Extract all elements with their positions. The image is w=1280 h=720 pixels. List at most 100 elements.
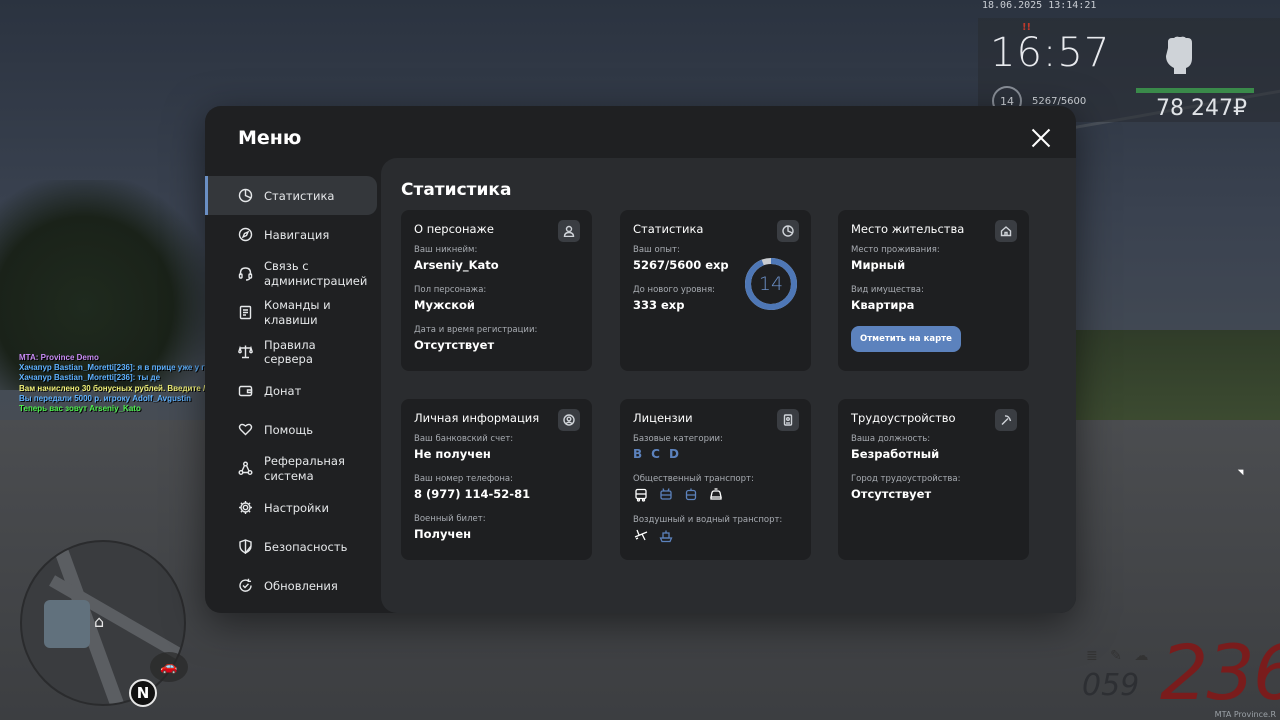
sidebar-item-label: Донат (264, 383, 302, 398)
sidebar-item[interactable]: Правила сервера (205, 332, 377, 371)
label: Ваш опыт: (633, 245, 680, 255)
watermark: MTA Province.R (1214, 710, 1276, 719)
sidebar-item-label: Навигация (264, 227, 330, 242)
pickaxe-icon (995, 409, 1017, 431)
user-icon (558, 220, 580, 242)
public-transport-icons (633, 487, 798, 503)
heart-hand-icon (238, 422, 253, 437)
sidebar-item-label: Помощь (264, 422, 314, 437)
card-title: Трудоустройство (851, 411, 956, 425)
hud-money: 78 247₽ (1156, 96, 1247, 121)
page-title: Статистика (401, 180, 512, 200)
sidebar-item[interactable]: Обновления (205, 566, 377, 605)
air-water-transport-icons (633, 528, 798, 544)
content-panel: Статистика О персонаже Ваш никнейм: Arse… (381, 158, 1076, 613)
gender-value: Мужской (414, 298, 475, 312)
label: Базовые категории: (633, 434, 723, 444)
label: Военный билет: (414, 514, 486, 524)
hud-datetime: 18.06.2025 13:14:21 (982, 0, 1097, 11)
home-icon (995, 220, 1017, 242)
sidebar-item[interactable]: Безопасность (205, 527, 377, 566)
level-number: 14 (758, 273, 784, 295)
label: Пол персонажа: (414, 285, 487, 295)
label: Общественный транспорт: (633, 474, 754, 484)
category-b: B (633, 447, 643, 461)
gear-icon (238, 500, 253, 515)
airplane-icon (633, 528, 649, 544)
close-icon[interactable] (1031, 128, 1051, 148)
card-title: Статистика (633, 222, 704, 236)
hud-health-bar (1136, 88, 1254, 93)
vehicle-status-icons: ≣ ✎ ☁ (1086, 648, 1153, 664)
card-title: Лицензии (633, 411, 693, 425)
user-circle-icon (558, 409, 580, 431)
bus-icon (633, 487, 649, 503)
card-character: О персонаже Ваш никнейм: Arseniy_Kato По… (401, 210, 592, 371)
scales-icon (238, 344, 253, 359)
license-categories: B C D (633, 447, 798, 461)
label: Место проживания: (851, 245, 940, 255)
speedometer: 236 (1160, 628, 1280, 717)
headset-icon (238, 266, 253, 281)
sidebar-item[interactable]: Настройки (205, 488, 377, 527)
label: Вид имущества: (851, 285, 924, 295)
military-value: Получен (414, 527, 472, 541)
label: Ваша должность: (851, 434, 931, 444)
minimap: ⌂ (20, 540, 186, 706)
label: Город трудоустройства: (851, 474, 961, 484)
sidebar-item-label: Обновления (264, 578, 338, 593)
sidebar-item-label: Статистика (264, 188, 335, 203)
sidebar-item[interactable]: Связь с администрацией (205, 254, 377, 293)
sidebar-item[interactable]: Команды и клавиши (205, 293, 377, 332)
boat-icon (658, 528, 674, 544)
sidebar-item-label: Безопасность (264, 539, 348, 554)
label: Ваш номер телефона: (414, 474, 513, 484)
card-title: О персонаже (414, 222, 494, 236)
sidebar: Статистика Навигация Связь с администрацие… (205, 176, 377, 605)
sidebar-item[interactable]: Статистика (205, 176, 377, 215)
label: Ваш никнейм: (414, 245, 478, 255)
hud-clock: 16:57 (990, 30, 1111, 76)
fuel-gauge: 059 (1082, 668, 1140, 703)
mark-on-map-button[interactable]: Отметить на карте (851, 326, 961, 352)
position-value: Безработный (851, 447, 940, 461)
sidebar-item[interactable]: Навигация (205, 215, 377, 254)
taxi-icon (708, 487, 724, 503)
nickname-value: Arseniy_Kato (414, 258, 499, 272)
sidebar-item[interactable]: Донат (205, 371, 377, 410)
pie-chart-icon (777, 220, 799, 242)
north-icon: N (129, 679, 157, 707)
sidebar-item-label: Реферальная система (264, 453, 345, 483)
wallet-icon (238, 383, 253, 398)
fist-icon (1162, 34, 1198, 74)
card-title: Место жительства (851, 222, 965, 236)
sidebar-item-label: Правила сервера (264, 337, 316, 366)
label: Дата и время регистрации: (414, 325, 538, 335)
trolleybus-icon (658, 487, 674, 503)
sidebar-item[interactable]: Помощь (205, 410, 377, 449)
card-title: Личная информация (414, 411, 540, 425)
card-personal: Личная информация Ваш банковский счет: Н… (401, 399, 592, 560)
tram-icon (683, 487, 699, 503)
home-icon: ⌂ (94, 612, 105, 631)
document-icon (238, 305, 253, 320)
category-c: C (651, 447, 660, 461)
job-city-value: Отсутствует (851, 487, 932, 501)
sidebar-item[interactable]: Реферальная система (205, 449, 377, 488)
network-icon (238, 461, 253, 476)
sidebar-item-label: Настройки (264, 500, 329, 515)
phone-value: 8 (977) 114-52-81 (414, 487, 531, 501)
sidebar-item-label: Связь с администрацией (264, 258, 368, 288)
compass-icon (238, 227, 253, 242)
category-d: D (668, 447, 679, 461)
card-job: Трудоустройство Ваша должность: Безработ… (838, 399, 1029, 560)
level-progress-ring: 14 (743, 256, 799, 312)
place-value: Мирный (851, 258, 906, 272)
card-residence: Место жительства Место проживания: Мирны… (838, 210, 1029, 371)
license-icon (777, 409, 799, 431)
registration-value: Отсутствует (414, 338, 495, 352)
menu-title: Меню (238, 127, 302, 149)
property-value: Квартира (851, 298, 915, 312)
bank-value: Не получен (414, 447, 491, 461)
sidebar-item-label: Команды и клавиши (264, 297, 331, 327)
